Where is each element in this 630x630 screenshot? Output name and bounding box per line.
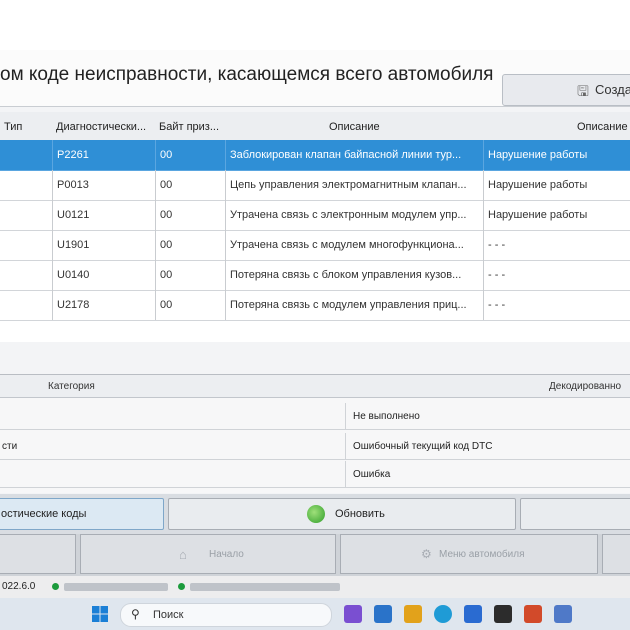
type-cell xyxy=(0,230,53,261)
create-report-label: Созда xyxy=(595,82,630,97)
taskbar-app-icon[interactable] xyxy=(554,605,572,623)
category-cell: сти xyxy=(0,433,346,460)
taskbar-app-icon[interactable] xyxy=(524,605,542,623)
vehicle-menu-button[interactable]: ⚙ Меню автомобиля xyxy=(340,534,598,574)
taskbar-search[interactable]: ⚲ Поиск xyxy=(120,603,332,627)
description-cell: Заблокирован клапан байпасной линии тур.… xyxy=(225,140,484,171)
connection-text-blurred xyxy=(190,583,340,591)
byte-cell: 00 xyxy=(155,140,226,171)
table-row[interactable]: P0013 00 Цепь управления электромагнитны… xyxy=(0,170,630,201)
description2-cell: - - - xyxy=(483,260,630,291)
description2-cell: Нарушение работы xyxy=(483,140,630,171)
file-explorer-icon[interactable] xyxy=(404,605,422,623)
description2-cell: Нарушение работы xyxy=(483,170,630,201)
byte-cell: 00 xyxy=(155,200,226,231)
version-label: 022.6.0 xyxy=(2,581,36,592)
code-cell: U0140 xyxy=(52,260,156,291)
description2-cell: - - - xyxy=(483,290,630,321)
description-cell: Утрачена связь с электронным модулем упр… xyxy=(225,200,484,231)
start-button[interactable]: ⌂ Начало xyxy=(80,534,336,574)
table-row[interactable]: U0121 00 Утрачена связь с электронным мо… xyxy=(0,200,630,231)
create-report-button[interactable]: 🖫 Созда xyxy=(502,74,630,106)
taskbar-app-icon[interactable] xyxy=(494,605,512,623)
description-cell: Потеряна связь с блоком управления кузов… xyxy=(225,260,484,291)
table-row[interactable]: U0140 00 Потеряна связь с блоком управле… xyxy=(0,260,630,291)
category-cell xyxy=(0,461,346,488)
taskbar: ⚲ Поиск xyxy=(0,598,630,630)
home-car-icon: ⌂ xyxy=(179,547,187,562)
taskbar-app-icon[interactable] xyxy=(464,605,482,623)
page-title: ом коде неисправности, касающемся всего … xyxy=(0,64,494,85)
search-icon: ⚲ xyxy=(131,607,140,621)
table-row[interactable]: U2178 00 Потеряна связь с модулем управл… xyxy=(0,290,630,321)
type-cell xyxy=(0,200,53,231)
byte-cell: 00 xyxy=(155,260,226,291)
description-cell: Утрачена связь с модулем многофункциона.… xyxy=(225,230,484,261)
navigation-row: ⌂ Начало ⚙ Меню автомобиля xyxy=(0,534,630,576)
code-cell: U0121 xyxy=(52,200,156,231)
type-cell xyxy=(0,170,53,201)
browser-icon[interactable] xyxy=(434,605,452,623)
refresh-icon xyxy=(307,505,325,523)
category-header[interactable]: Категория xyxy=(0,375,346,398)
column-header-description-2[interactable]: Описание xyxy=(483,112,630,141)
category-cell xyxy=(0,403,346,430)
extra-button[interactable] xyxy=(520,498,630,530)
nav-right-button[interactable] xyxy=(602,534,630,574)
decoded-header[interactable]: Декодированно xyxy=(345,375,630,398)
status-text-blurred xyxy=(64,583,168,591)
type-cell xyxy=(0,290,53,321)
description2-cell: Нарушение работы xyxy=(483,200,630,231)
application-window: ом коде неисправности, касающемся всего … xyxy=(0,0,630,598)
description2-cell: - - - xyxy=(483,230,630,261)
table-row[interactable]: P2261 00 Заблокирован клапан байпасной л… xyxy=(0,140,630,171)
decoded-cell: Ошибка xyxy=(345,461,630,488)
action-button-row: остические коды Обновить xyxy=(0,494,630,534)
category-pane: Категория Декодированно Не выполнено сти… xyxy=(0,374,630,493)
connection-indicator-icon xyxy=(178,583,185,590)
nav-left-button[interactable] xyxy=(0,534,76,574)
type-cell xyxy=(0,140,53,171)
status-indicator-icon xyxy=(52,583,59,590)
description-cell: Цепь управления электромагнитным клапан.… xyxy=(225,170,484,201)
top-area xyxy=(0,0,630,50)
column-header-description[interactable]: Описание xyxy=(225,112,484,141)
code-cell: P0013 xyxy=(52,170,156,201)
code-cell: P2261 xyxy=(52,140,156,171)
description-cell: Потеряна связь с модулем управления приц… xyxy=(225,290,484,321)
column-header-diagnostic-code[interactable]: Диагностически... xyxy=(52,112,156,141)
report-icon: 🖫 xyxy=(577,83,589,99)
column-header-type[interactable]: Тип xyxy=(0,112,53,141)
dtc-codes-button[interactable]: остические коды xyxy=(0,498,164,530)
code-cell: U2178 xyxy=(52,290,156,321)
type-cell xyxy=(0,260,53,291)
status-bar: 022.6.0 xyxy=(0,576,630,598)
decoded-cell: Ошибочный текущий код DTC xyxy=(345,433,630,460)
windows-start-icon[interactable] xyxy=(92,606,108,622)
byte-cell: 00 xyxy=(155,230,226,261)
column-header-byte[interactable]: Байт приз... xyxy=(155,112,226,141)
taskbar-app-icon[interactable] xyxy=(374,605,392,623)
byte-cell: 00 xyxy=(155,170,226,201)
code-cell: U1901 xyxy=(52,230,156,261)
decoded-cell: Не выполнено xyxy=(345,403,630,430)
vehicle-menu-icon: ⚙ xyxy=(421,547,432,561)
dtc-table: Тип Диагностически... Байт приз... Описа… xyxy=(0,112,630,342)
byte-cell: 00 xyxy=(155,290,226,321)
refresh-button[interactable]: Обновить xyxy=(168,498,516,530)
taskbar-app-icon[interactable] xyxy=(344,605,362,623)
table-row[interactable]: U1901 00 Утрачена связь с модулем многоф… xyxy=(0,230,630,261)
